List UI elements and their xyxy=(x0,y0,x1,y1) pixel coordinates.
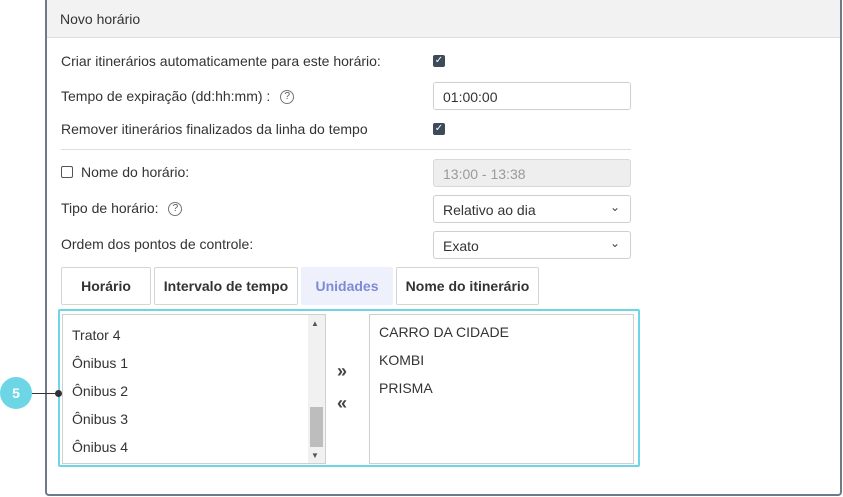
selected-units-list[interactable]: CARRO DA CIDADE KOMBI PRISMA xyxy=(369,314,634,464)
scroll-down-arrow-icon[interactable]: ▼ xyxy=(311,451,319,460)
list-item[interactable]: Ônibus 1 xyxy=(72,355,128,371)
new-schedule-dialog: Novo horário Criar itinerários automatic… xyxy=(45,0,842,496)
list-item[interactable]: Ônibus 4 xyxy=(72,439,128,455)
list-item[interactable]: Ônibus 2 xyxy=(72,383,128,399)
tab-schedule[interactable]: Horário xyxy=(61,267,151,305)
callout-badge: 5 xyxy=(0,377,32,409)
list-item[interactable]: KOMBI xyxy=(379,352,424,368)
remove-units-button[interactable]: « xyxy=(337,393,347,414)
schedule-type-select[interactable]: Relativo ao dia ⌄ xyxy=(433,195,631,223)
list-item[interactable]: PRISMA xyxy=(379,380,433,396)
dialog-title: Novo horário xyxy=(47,0,840,38)
checkpoint-order-label: Ordem dos pontos de controle: xyxy=(61,236,254,252)
schedule-name-input[interactable]: 13:00 - 13:38 xyxy=(433,159,631,187)
list-item[interactable]: CARRO DA CIDADE xyxy=(379,324,509,340)
expiration-input[interactable]: 01:00:00 xyxy=(433,82,631,110)
scroll-thumb[interactable] xyxy=(310,407,323,447)
divider xyxy=(61,149,631,150)
help-icon[interactable]: ? xyxy=(280,90,295,105)
callout-dot xyxy=(55,390,62,397)
checkpoint-order-select[interactable]: Exato ⌄ xyxy=(433,231,631,259)
list-item[interactable]: Ônibus 3 xyxy=(72,411,128,427)
schedule-name-checkbox[interactable] xyxy=(61,166,73,178)
schedule-type-value: Relativo ao dia xyxy=(443,202,536,218)
tab-time-interval[interactable]: Intervalo de tempo xyxy=(154,267,298,305)
scroll-up-arrow-icon[interactable]: ▲ xyxy=(311,319,319,328)
list-item[interactable]: Trator 4 xyxy=(72,327,121,343)
add-units-button[interactable]: » xyxy=(337,361,347,382)
schedule-type-label: Tipo de horário: xyxy=(61,200,159,216)
remove-finished-checkbox[interactable]: ✓ xyxy=(433,123,445,135)
chevron-down-icon: ⌄ xyxy=(609,236,620,250)
tab-route-name[interactable]: Nome do itinerário xyxy=(396,267,539,305)
expiration-label-row: Tempo de expiração (dd:hh:mm) : ? xyxy=(61,88,295,105)
available-units-list[interactable]: Trator 4 Ônibus 1 Ônibus 2 Ônibus 3 Ônib… xyxy=(62,314,326,464)
scrollbar[interactable]: ▲ ▼ xyxy=(308,315,325,463)
expiration-label: Tempo de expiração (dd:hh:mm) : xyxy=(61,88,271,104)
help-icon[interactable]: ? xyxy=(168,202,183,217)
tab-units[interactable]: Unidades xyxy=(301,267,393,305)
checkpoint-order-value: Exato xyxy=(443,238,479,254)
units-panel: Trator 4 Ônibus 1 Ônibus 2 Ônibus 3 Ônib… xyxy=(58,309,640,467)
schedule-name-label: Nome do horário: xyxy=(81,164,190,180)
schedule-type-label-row: Tipo de horário: ? xyxy=(61,200,183,217)
remove-finished-label: Remover itinerários finalizados da linha… xyxy=(61,121,368,137)
auto-create-label: Criar itinerários automaticamente para e… xyxy=(61,53,381,69)
auto-create-checkbox[interactable]: ✓ xyxy=(433,55,445,67)
chevron-down-icon: ⌄ xyxy=(609,200,620,214)
